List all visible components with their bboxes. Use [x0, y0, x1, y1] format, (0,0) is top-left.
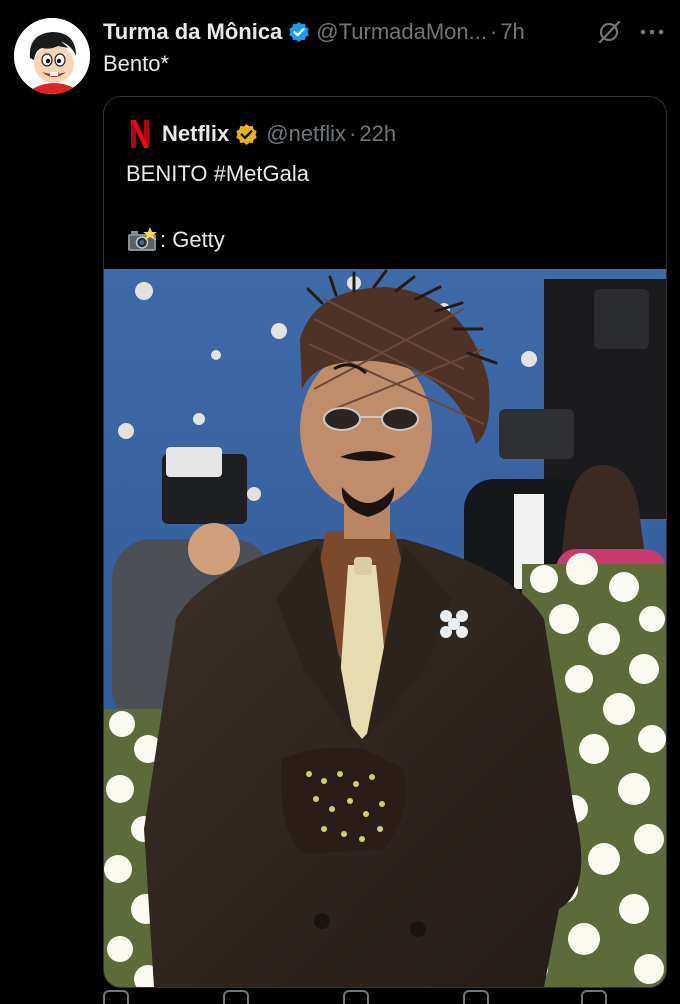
quoted-author-handle[interactable]: @netflix: [266, 121, 346, 147]
quoted-author-name[interactable]: Netflix: [162, 121, 229, 147]
photo-credit-line: : Getty: [126, 227, 225, 253]
author-name[interactable]: Turma da Mônica: [103, 19, 282, 45]
quoted-tweet-photo[interactable]: [104, 269, 666, 987]
retweet-icon[interactable]: [223, 990, 249, 1004]
camera-flash-icon: [128, 227, 157, 251]
tweet-header: Turma da Mônica @TurmadaMon... · 7h: [103, 16, 666, 48]
more-options-icon[interactable]: [638, 19, 666, 45]
tweet[interactable]: Turma da Mônica @TurmadaMon... · 7h Bent…: [0, 0, 680, 1004]
tweet-text: Bento*: [103, 51, 170, 76]
author-avatar[interactable]: [14, 18, 90, 94]
quoted-meta-separator: ·: [349, 121, 357, 146]
views-icon[interactable]: [463, 990, 489, 1004]
tweet-time[interactable]: 7h: [500, 19, 524, 45]
quoted-tweet-header: Netflix @netflix · 22h: [130, 117, 396, 151]
meta-separator: ·: [489, 19, 498, 44]
reply-icon[interactable]: [103, 990, 129, 1004]
photo-credit-text: : Getty: [160, 227, 225, 252]
quoted-tweet[interactable]: Netflix @netflix · 22h BENITO #MetGala:…: [103, 96, 667, 988]
grok-icon[interactable]: [596, 19, 622, 45]
tweet-actions-bar: [103, 990, 663, 1004]
like-icon[interactable]: [343, 990, 369, 1004]
bookmark-icon[interactable]: [581, 990, 607, 1004]
gold-verified-badge-icon[interactable]: [235, 123, 258, 146]
quoted-tweet-text: BENITO #MetGala: [126, 161, 309, 186]
monica-avatar-icon: [14, 18, 90, 94]
netflix-logo-icon[interactable]: [130, 119, 150, 149]
quoted-tweet-time[interactable]: 22h: [359, 121, 396, 147]
verified-badge-icon[interactable]: [288, 21, 310, 43]
author-handle[interactable]: @TurmadaMon...: [316, 19, 487, 45]
